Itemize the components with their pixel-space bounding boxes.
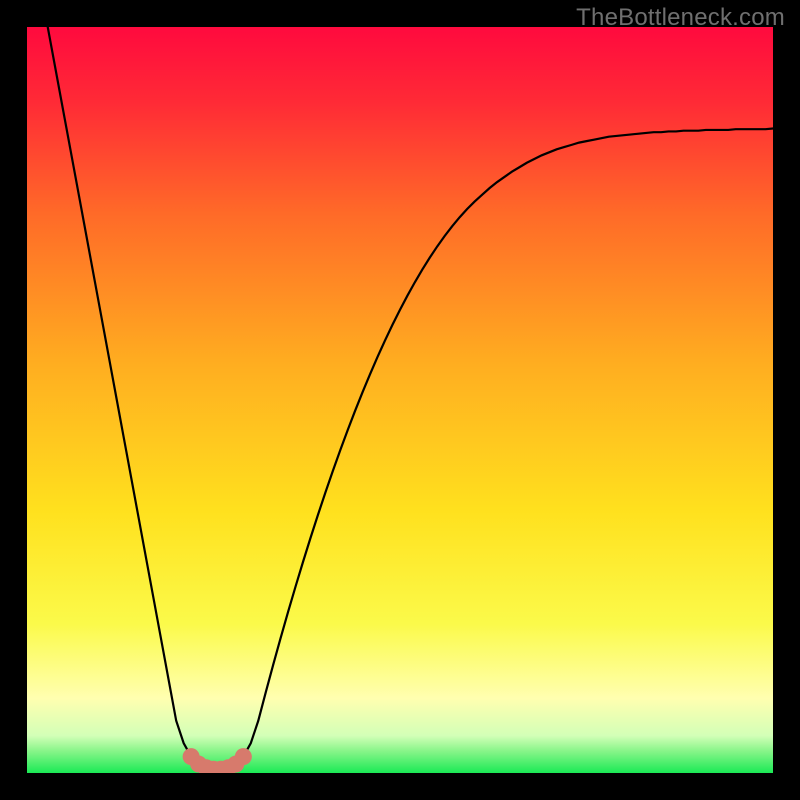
watermark-text: TheBottleneck.com bbox=[576, 4, 785, 32]
curve-marker bbox=[235, 748, 252, 765]
chart-frame bbox=[27, 27, 773, 773]
gradient-background bbox=[27, 27, 773, 773]
bottleneck-chart bbox=[27, 27, 773, 773]
